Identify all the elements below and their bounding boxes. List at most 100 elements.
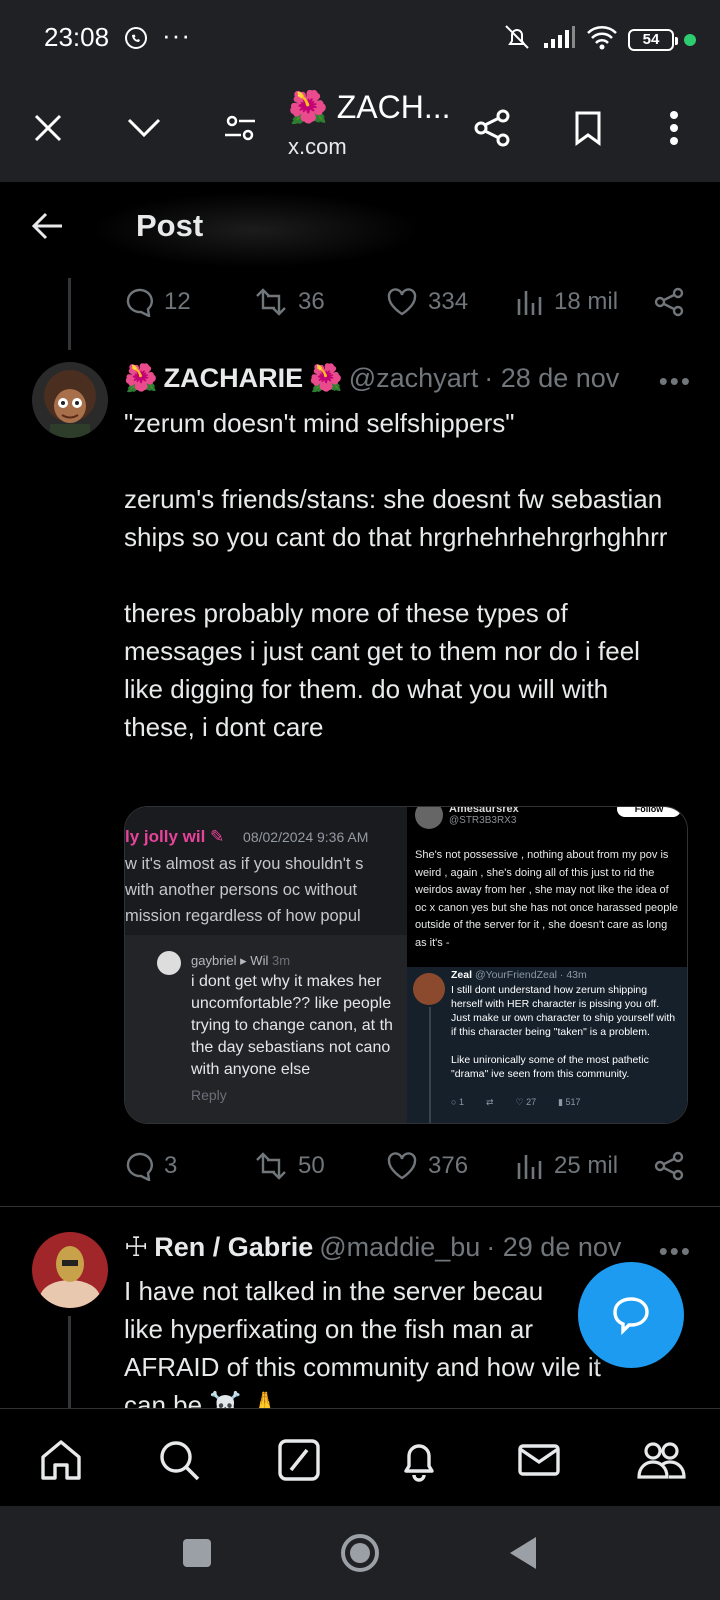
share-icon[interactable]: [470, 106, 514, 150]
user-handle[interactable]: @maddie_bu: [319, 1232, 480, 1263]
media-image-tweets[interactable]: Amesaursrex @STR3B3RX3 Follow She's not …: [407, 806, 687, 1123]
whatsapp-icon: [124, 26, 148, 55]
reply-button[interactable]: 3: [124, 1151, 177, 1181]
share-post-button[interactable]: [654, 287, 684, 317]
recents-button[interactable]: [172, 1528, 222, 1578]
share-post-button[interactable]: [654, 1151, 684, 1181]
reply-avatar: [157, 951, 181, 975]
avatar[interactable]: [32, 1232, 108, 1308]
tweet-text: "zerum doesn't mind selfshippers" zerum'…: [124, 408, 668, 742]
message-timestamp: 08/02/2024 9:36 AM: [243, 829, 369, 845]
share-icon: [654, 287, 684, 317]
compose-reply-button[interactable]: [578, 1262, 684, 1368]
tweet-media[interactable]: ly jolly wil ✎ 08/02/2024 9:36 AM w it's…: [124, 806, 688, 1124]
heart-icon: [387, 288, 417, 316]
post-header: Post: [0, 182, 720, 278]
tab-url[interactable]: x.com: [288, 134, 347, 160]
system-navigation-bar: [0, 1506, 720, 1600]
embedded-reply-count: 1: [458, 1097, 464, 1107]
like-button[interactable]: 376: [386, 1151, 468, 1181]
embedded-reply-text: I still dont understand how zerum shippi…: [451, 984, 676, 1080]
views-button[interactable]: 25 mil: [516, 1151, 618, 1181]
like-button[interactable]: 334: [386, 287, 468, 317]
grok-icon[interactable]: [274, 1435, 324, 1485]
name-emoji: 🌺: [309, 363, 343, 393]
message-author: ly jolly wil: [125, 827, 206, 846]
bottom-navigation: [0, 1408, 720, 1506]
user-handle[interactable]: @zachyart: [349, 363, 478, 394]
display-name[interactable]: Ren / Gabrie: [154, 1232, 313, 1263]
close-icon[interactable]: [26, 106, 70, 150]
tweet-date[interactable]: · 29 de nov: [486, 1232, 621, 1263]
reply-to: ▸ Wil: [240, 953, 269, 968]
mute-icon: [502, 24, 532, 55]
tweet-header: ☩ Ren / Gabrie @maddie_bu · 29 de nov: [124, 1232, 621, 1263]
tweet-date[interactable]: · 28 de nov: [484, 363, 619, 394]
chevron-down-icon[interactable]: [122, 106, 166, 150]
name-emoji: 🌺: [124, 363, 158, 393]
mail-icon[interactable]: [514, 1435, 564, 1485]
custom-tab-toolbar: 🌺 ZACH... x.com: [0, 78, 720, 182]
repost-button[interactable]: 36: [254, 287, 325, 317]
divider: [0, 1206, 720, 1207]
reply-count: 12: [164, 288, 191, 315]
site-settings-icon[interactable]: [218, 106, 262, 150]
wifi-icon: [586, 24, 618, 55]
search-icon[interactable]: [154, 1435, 204, 1485]
embedded-follow-button: Follow: [617, 807, 681, 817]
view-count: 18 mil: [554, 288, 619, 315]
reply-time: 3m: [271, 953, 291, 968]
battery-indicator: 54: [628, 28, 678, 51]
share-icon: [654, 1151, 684, 1181]
embedded-avatar: [415, 807, 443, 829]
bell-icon[interactable]: [394, 1435, 444, 1485]
view-count: 25 mil: [554, 1152, 619, 1179]
embedded-reply-stats: ○ 1 ⇄ ♡ 27 ▮ 517: [451, 1097, 581, 1107]
tweet-more-icon[interactable]: •••: [659, 1236, 692, 1267]
more-menu-icon[interactable]: [652, 106, 696, 150]
views-icon: [517, 1155, 542, 1179]
embedded-name: Amesaursrex: [449, 806, 519, 815]
page-title: Post: [136, 208, 204, 243]
back-button[interactable]: [498, 1528, 548, 1578]
like-count: 376: [428, 1152, 469, 1179]
signal-icon: [542, 25, 576, 54]
repost-count: 36: [298, 288, 325, 315]
name-icon: ☩: [124, 1232, 149, 1262]
status-time: 23:08: [44, 22, 110, 52]
home-icon[interactable]: [36, 1435, 86, 1485]
message-text: w it's almost as if you shouldn't s with…: [125, 855, 364, 925]
tweet-actions: 3 50 376 25 mil: [124, 1146, 684, 1186]
display-name[interactable]: ZACHARIE: [164, 363, 304, 394]
embedded-reply-avatar: [413, 973, 445, 1005]
avatar[interactable]: [32, 362, 108, 438]
reply-author: gaybriel: [191, 953, 237, 968]
repost-icon: [256, 1152, 286, 1180]
pen-icon: ✎: [210, 827, 225, 846]
media-image-discord[interactable]: ly jolly wil ✎ 08/02/2024 9:36 AM w it's…: [125, 807, 407, 1123]
repost-button[interactable]: 50: [254, 1151, 325, 1181]
reply-icon: [126, 1152, 153, 1181]
repost-count: 50: [298, 1152, 325, 1179]
reply-icon: [126, 288, 153, 317]
tab-title: 🌺 ZACH...: [288, 89, 451, 125]
thread-line: [68, 1316, 71, 1408]
reply-button[interactable]: 12: [124, 287, 191, 317]
thread-line: [68, 278, 71, 350]
reply-label: Reply: [191, 1087, 227, 1103]
home-button[interactable]: [335, 1528, 385, 1578]
views-button[interactable]: 18 mil: [516, 287, 618, 317]
status-bar: 23:08 ··· 54: [0, 0, 720, 78]
embedded-view-count: 517: [565, 1097, 581, 1107]
embedded-reply-name: Zeal: [451, 969, 473, 981]
bookmark-icon[interactable]: [566, 106, 610, 150]
notification-overflow-icon: ···: [162, 20, 191, 50]
privacy-indicator-dot: [684, 33, 696, 46]
chat-bubble-icon: [613, 1297, 649, 1336]
views-icon: [517, 291, 542, 315]
tweet-more-icon[interactable]: •••: [659, 366, 692, 397]
back-arrow-icon[interactable]: [30, 208, 66, 249]
communities-icon[interactable]: [636, 1435, 686, 1485]
embedded-text: She's not possessive , nothing about fro…: [415, 849, 678, 949]
reply-count: 3: [164, 1152, 178, 1179]
